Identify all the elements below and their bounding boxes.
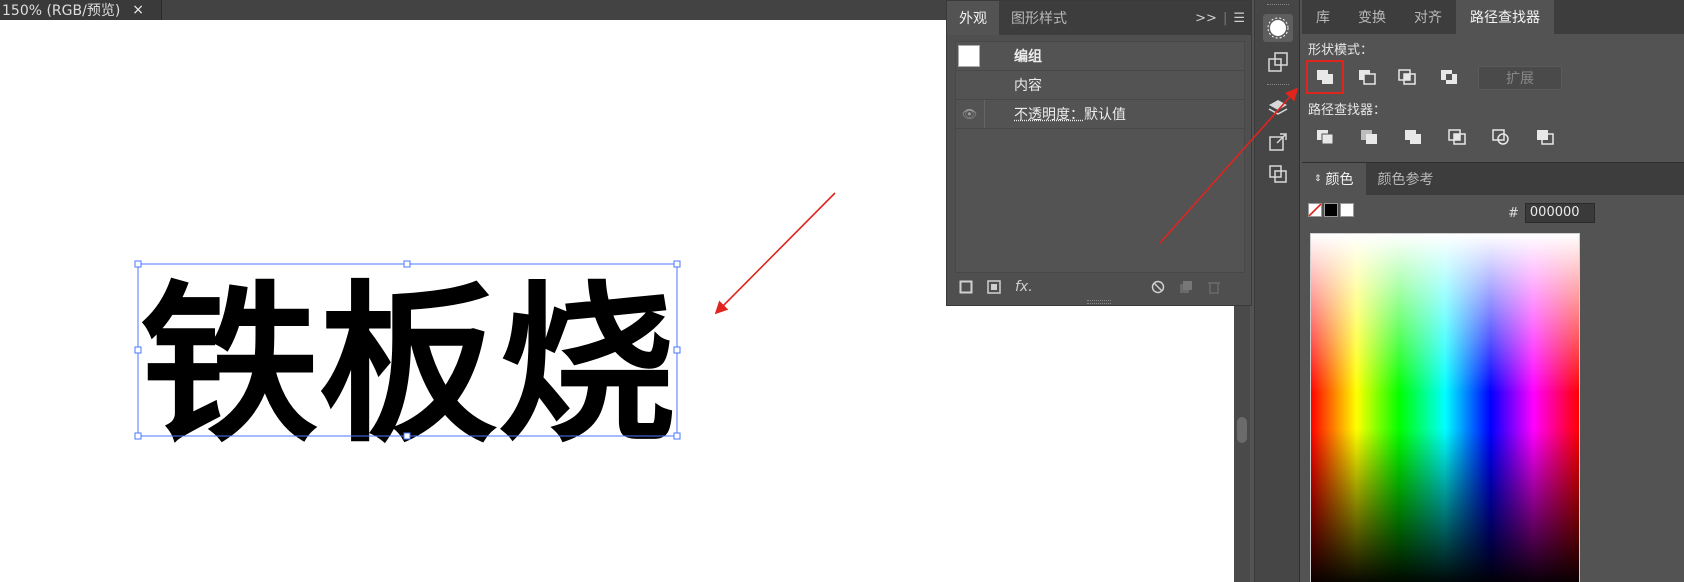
white-swatch[interactable] xyxy=(1340,203,1354,217)
hex-color-input[interactable]: 000000 xyxy=(1524,203,1595,223)
minus-back-icon xyxy=(1537,130,1554,145)
visibility-eye-icon[interactable]: 👁 xyxy=(962,107,977,121)
minus-back-button[interactable] xyxy=(1530,124,1560,150)
layers-dock-icon[interactable] xyxy=(1263,94,1293,122)
opacity-label-group: 不透明度：默认值 xyxy=(1014,104,1126,124)
export-dock-icon[interactable] xyxy=(1263,128,1293,156)
opacity-value: 默认值 xyxy=(1084,107,1126,123)
dock-grip-2[interactable] xyxy=(1267,84,1289,88)
expand-button: 扩展 xyxy=(1478,66,1562,90)
color-tab-bar: ⇕ 颜色 颜色参考 xyxy=(1302,163,1684,195)
crop-button[interactable] xyxy=(1442,124,1472,150)
appearance-dock-icon[interactable] xyxy=(1263,14,1293,42)
appearance-footer: fx. xyxy=(947,275,1251,299)
group-thumbnail xyxy=(958,45,980,67)
divide-button[interactable] xyxy=(1310,124,1340,150)
pathfinder-tab-bar: 库 变换 对齐 路径查找器 xyxy=(1302,0,1684,34)
pathfinders-label: 路径查找器： xyxy=(1308,103,1387,118)
shape-modes-label: 形状模式： xyxy=(1308,43,1374,58)
appearance-row-opacity[interactable]: 👁 不透明度：默认值 xyxy=(956,100,1244,129)
outline-button[interactable] xyxy=(1486,124,1516,150)
collapsed-panel-dock xyxy=(1254,0,1300,582)
add-new-stroke-icon[interactable] xyxy=(959,280,973,294)
none-swatch-icon[interactable] xyxy=(1308,203,1322,217)
hex-row: # 000000 xyxy=(1508,203,1595,223)
delete-item-icon xyxy=(1208,282,1220,294)
document-tab-title: 150% (RGB/预览) xyxy=(2,3,121,19)
tab-transform[interactable]: 变换 xyxy=(1344,0,1400,34)
appearance-panel: 外观 图形样式 >> | ☰ 编组 内容 👁 不透明度：默认值 fx. xyxy=(946,0,1252,306)
artboards-dock-icon[interactable] xyxy=(1263,160,1293,188)
pathfinder-panel: 库 变换 对齐 路径查找器 形状模式： 扩展 路径查找器： xyxy=(1302,0,1684,160)
appearance-row-group[interactable]: 编组 xyxy=(956,42,1244,71)
merge-icon xyxy=(1405,130,1421,144)
hex-hash-label: # xyxy=(1508,205,1519,221)
close-tab-icon[interactable]: × xyxy=(132,2,144,18)
contents-label: 内容 xyxy=(1014,78,1042,94)
tab-appearance[interactable]: 外观 xyxy=(947,1,999,35)
duplicate-item-icon xyxy=(1180,281,1192,293)
group-label: 编组 xyxy=(1014,49,1042,65)
opacity-link[interactable]: 不透明度： xyxy=(1014,107,1084,123)
row-divider xyxy=(984,100,985,128)
tab-pathfinder[interactable]: 路径查找器 xyxy=(1456,0,1554,34)
add-effect-fx-icon[interactable]: fx. xyxy=(1015,279,1033,295)
panel-menu-icon[interactable]: ☰ xyxy=(1233,11,1245,26)
tab-color-guide[interactable]: 颜色参考 xyxy=(1366,163,1446,195)
appearance-list: 编组 内容 👁 不透明度：默认值 xyxy=(955,41,1245,273)
tab-libraries[interactable]: 库 xyxy=(1302,0,1344,34)
black-swatch[interactable] xyxy=(1324,203,1338,217)
panel-resize-grip[interactable] xyxy=(1087,300,1111,304)
quick-swatches xyxy=(1308,203,1354,217)
color-panel: ⇕ 颜色 颜色参考 # 000000 xyxy=(1302,162,1684,582)
panel-options-icon[interactable]: ⇕ xyxy=(1314,174,1322,184)
minus-front-icon xyxy=(1359,70,1376,85)
merge-button[interactable] xyxy=(1398,124,1428,150)
crop-icon xyxy=(1448,129,1466,145)
outline-icon xyxy=(1492,129,1509,145)
dock-grip[interactable] xyxy=(1267,4,1289,8)
tab-graphic-styles[interactable]: 图形样式 xyxy=(999,1,1079,35)
tab-color[interactable]: ⇕ 颜色 xyxy=(1302,163,1366,195)
clear-appearance-icon[interactable] xyxy=(1151,280,1165,294)
collapse-panel-icon[interactable]: >> xyxy=(1195,11,1217,26)
trim-icon xyxy=(1361,130,1377,144)
tab-color-label: 颜色 xyxy=(1325,172,1354,188)
exclude-button[interactable] xyxy=(1434,64,1464,90)
divide-icon xyxy=(1317,130,1334,145)
appearance-row-contents[interactable]: 内容 xyxy=(956,71,1244,100)
appearance-tab-bar: 外观 图形样式 >> | ☰ xyxy=(947,1,1251,35)
intersect-button[interactable] xyxy=(1392,64,1422,90)
add-new-fill-icon[interactable] xyxy=(987,280,1001,294)
intersect-icon xyxy=(1398,69,1416,85)
divider: | xyxy=(1222,10,1228,26)
document-tab[interactable]: 150% (RGB/预览) × xyxy=(0,0,162,20)
canvas-scrollbar-thumb[interactable] xyxy=(1237,417,1247,443)
unite-icon xyxy=(1317,70,1333,84)
tab-align[interactable]: 对齐 xyxy=(1400,0,1456,34)
asset-export-dock-icon[interactable] xyxy=(1263,48,1293,76)
unite-button[interactable] xyxy=(1306,60,1344,94)
minus-front-button[interactable] xyxy=(1352,64,1382,90)
color-spectrum-picker[interactable] xyxy=(1310,233,1580,582)
exclude-icon xyxy=(1441,70,1457,84)
trim-button[interactable] xyxy=(1354,124,1384,150)
